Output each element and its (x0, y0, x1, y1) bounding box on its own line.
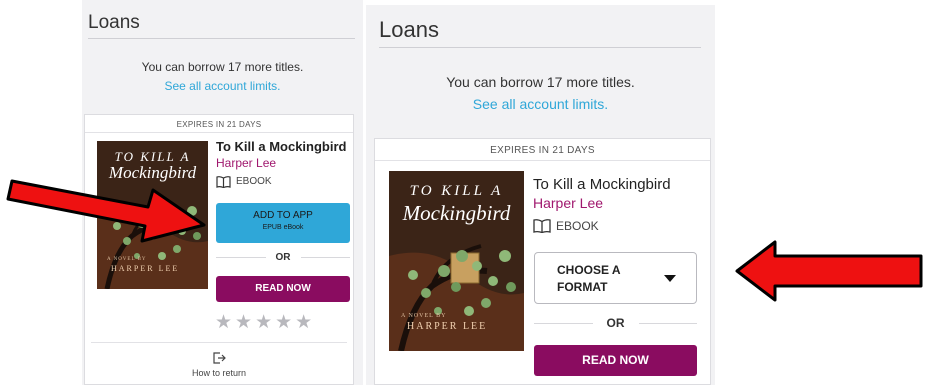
borrow-limit-text: You can borrow 17 more titles. (141, 60, 304, 74)
title-divider (88, 38, 355, 39)
read-now-button[interactable]: READ NOW (216, 276, 350, 302)
card-divider (375, 160, 710, 161)
or-label: OR (606, 316, 625, 330)
expires-label: EXPIRES IN 21 DAYS (176, 120, 262, 129)
cover-author: HARPER LEE (407, 321, 488, 332)
account-limits-link[interactable]: See all account limits. (366, 96, 715, 112)
choose-format-dropdown[interactable]: CHOOSE A FORMAT (534, 252, 697, 304)
card-divider (85, 132, 353, 133)
add-to-app-format: EPUB eBook (262, 224, 304, 231)
how-to-return-link[interactable]: How to return (85, 351, 353, 378)
cover-subtitle: A NOVEL BY (107, 257, 147, 262)
format-indicator: EBOOK (533, 218, 599, 233)
cover-title-line2: Mockingbird (402, 201, 511, 225)
or-separator: OR (216, 252, 350, 263)
cover-subtitle: A NOVEL BY (401, 313, 447, 319)
page-title: Loans (379, 17, 439, 42)
borrow-limit-text: You can borrow 17 more titles. (446, 74, 635, 90)
caret-down-icon (664, 275, 676, 282)
or-label: OR (275, 252, 291, 263)
page-title: Loans (88, 12, 140, 33)
format-label: EBOOK (556, 218, 599, 233)
expires-label: EXPIRES IN 21 DAYS (490, 145, 595, 156)
loan-card: EXPIRES IN 21 DAYS TO KILL A Mockingbird… (374, 138, 711, 385)
card-divider-bottom (91, 342, 347, 343)
add-to-app-label: ADD TO APP (253, 210, 313, 221)
open-book-icon (216, 176, 231, 188)
format-indicator: EBOOK (216, 175, 272, 188)
open-book-icon (533, 219, 551, 233)
right-loans-panel: Loans You can borrow 17 more titles. See… (366, 5, 715, 385)
or-separator: OR (534, 316, 697, 330)
cover-author: HARPER LEE (111, 264, 180, 273)
right-red-arrow-icon (735, 240, 923, 302)
book-title[interactable]: To Kill a Mockingbird (216, 139, 346, 154)
rating-stars[interactable]: ★★★★★ (215, 311, 315, 334)
title-divider (379, 47, 701, 48)
left-red-arrow-icon (6, 179, 206, 243)
read-now-button[interactable]: READ NOW (534, 345, 697, 376)
cover-title-line1: TO KILL A (409, 183, 504, 199)
book-cover[interactable]: TO KILL A Mockingbird A NOVEL BY HARPER … (389, 171, 524, 351)
return-icon (213, 352, 226, 364)
book-title[interactable]: To Kill a Mockingbird (533, 176, 671, 193)
account-limits-link[interactable]: See all account limits. (82, 79, 363, 93)
book-author-link[interactable]: Harper Lee (216, 156, 276, 170)
how-to-return-label: How to return (191, 368, 247, 378)
book-author-link[interactable]: Harper Lee (533, 195, 603, 211)
format-label: EBOOK (236, 176, 272, 187)
add-to-app-button[interactable]: ADD TO APP EPUB eBook (216, 203, 350, 243)
